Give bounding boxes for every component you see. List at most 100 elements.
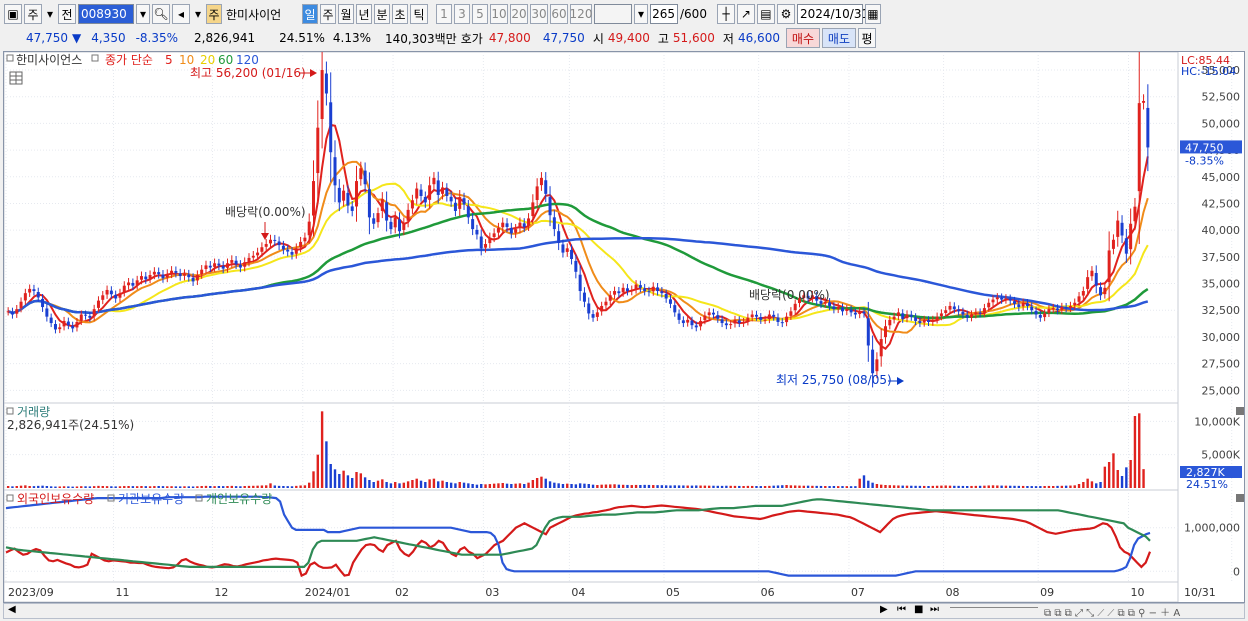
custom-interval-input[interactable] [594, 4, 632, 24]
holdings-tick-label: 1,000,000 [1184, 522, 1240, 535]
period-tab-week[interactable]: 주 [320, 4, 336, 24]
candle-body [634, 284, 638, 290]
scroll-left-icon[interactable]: ◀ [8, 604, 16, 615]
eval-button[interactable]: 평 [857, 28, 876, 48]
volume-bar [406, 481, 410, 488]
price-tick-label: 25,000 [1202, 384, 1241, 397]
chart-scrollbar[interactable]: ◀ ▶ ⏮ ■ ⏭ ⧉ ⧉ ⧉ ⤢ ⤡ ⟋ ⟋ ⧉ ⧉ ⚲ − ＋ A [3, 603, 1245, 619]
period-tab-minute[interactable]: 분 [374, 4, 390, 24]
candle-body [668, 299, 672, 304]
candle-body [157, 272, 161, 274]
chart-area[interactable]: 25,000 27,500 30,000 32,500 35,000 37,500 40,0… [3, 40, 1245, 603]
volume-bar [32, 486, 36, 488]
chart-tools-icons[interactable]: ⧉ ⧉ ⧉ ⤢ ⤡ ⟋ ⟋ ⧉ ⧉ ⚲ − ＋ A [1044, 604, 1180, 619]
draw-tool-icon[interactable]: ↗ [736, 4, 755, 24]
candle-body [763, 319, 767, 321]
volume-bar [1043, 486, 1046, 488]
volume-panel [3, 402, 1179, 491]
candle-body [484, 244, 488, 248]
sell-button[interactable]: 매도 [821, 28, 856, 48]
candle-body [256, 252, 260, 256]
minute-1[interactable]: 1 [436, 4, 452, 24]
volume-bar [269, 483, 272, 488]
period-tab-second[interactable]: 초 [392, 4, 408, 24]
minute-120[interactable]: 120 [570, 4, 592, 24]
candle-body [1004, 298, 1008, 300]
price-tick-label: 32,500 [1202, 304, 1241, 317]
candle-body [1111, 239, 1115, 249]
stock-name-label: 한미사이언 [226, 7, 282, 22]
date-input[interactable]: 2024/10/31 [796, 4, 869, 24]
volume-bar [862, 475, 866, 488]
minute-3[interactable]: 3 [454, 4, 470, 24]
stock-code-input[interactable]: 008930 [78, 4, 134, 24]
candle-body [578, 274, 582, 292]
minute-10[interactable]: 10 [490, 4, 508, 24]
first-page-icon[interactable]: ⏮ [897, 604, 906, 615]
candle-body [651, 286, 655, 292]
candle-body [948, 305, 952, 310]
code-dropdown-icon[interactable]: ▾ [136, 4, 150, 24]
candle-body [372, 218, 376, 224]
candle-body [522, 223, 526, 227]
volume-bar [639, 485, 642, 488]
volume-bar [914, 485, 917, 488]
candle-body [350, 206, 354, 211]
scroll-right-icon[interactable]: ▶ [880, 604, 888, 615]
minute-60[interactable]: 60 [550, 4, 568, 24]
buy-button[interactable]: 매수 [785, 28, 820, 48]
volume-bar [1009, 485, 1012, 488]
volume-bar [983, 485, 986, 488]
period-tab-tick[interactable]: 틱 [410, 4, 428, 24]
zoom-slider[interactable] [950, 607, 1038, 616]
x-tick-label: 10/31 [1184, 586, 1216, 599]
volume-bar [97, 485, 100, 488]
period-tab-day[interactable]: 일 [302, 4, 318, 24]
candle-body [905, 314, 909, 319]
price-tick-label: 35,000 [1202, 278, 1241, 291]
volume-bar [428, 479, 431, 488]
last-page-icon[interactable]: ⏭ [930, 604, 939, 615]
candle-body [746, 317, 750, 322]
volume-close-icon[interactable] [1236, 407, 1244, 415]
candle-body [1077, 296, 1081, 302]
candle-body [884, 326, 888, 338]
volume-bar [196, 486, 199, 488]
count-max: /600 [680, 7, 707, 21]
stop-icon[interactable]: ■ [914, 604, 923, 615]
volume-bar [1099, 482, 1102, 488]
gear-icon[interactable]: ⚙ [776, 4, 795, 24]
minute-5[interactable]: 5 [472, 4, 488, 24]
volume-bar [944, 485, 947, 488]
volume-bar [432, 478, 436, 488]
market-tab[interactable]: 주 [24, 4, 42, 24]
count-input[interactable]: 265 [650, 4, 678, 24]
speaker-dropdown-icon[interactable]: ▾ [192, 4, 204, 24]
volume-bar [647, 484, 651, 488]
price-tick-label: 45,000 [1202, 171, 1241, 184]
minute-30[interactable]: 30 [530, 4, 548, 24]
prev-tab[interactable]: 전 [58, 4, 76, 24]
layout-icon[interactable]: ▣ [4, 4, 22, 24]
speaker-icon[interactable]: ◂ [172, 4, 190, 24]
volume-bar [626, 484, 629, 488]
stock-chart[interactable]: 25,000 27,500 30,000 32,500 35,000 37,500 40,0… [3, 40, 1244, 603]
candle-body [479, 236, 483, 249]
period-tab-year[interactable]: 년 [356, 4, 372, 24]
volume-bar [578, 483, 582, 488]
market-dropdown-icon[interactable]: ▾ [44, 4, 56, 24]
candle-body [144, 276, 148, 280]
search-icon[interactable]: 🔍︎ [152, 4, 170, 24]
holdings-close-icon[interactable] [1236, 494, 1244, 502]
candle-type-icon[interactable]: ┼ [716, 4, 735, 24]
calendar-icon[interactable]: ▦ [864, 4, 881, 24]
candle-body [58, 327, 62, 330]
low-annotation: 최저 25,750 (08/05) [776, 373, 892, 387]
candle-body [754, 314, 758, 317]
period-tab-month[interactable]: 월 [338, 4, 354, 24]
minute-20[interactable]: 20 [510, 4, 528, 24]
save-icon[interactable]: ▤ [756, 4, 775, 24]
interval-dropdown-icon[interactable]: ▾ [634, 4, 648, 24]
candle-body [432, 177, 436, 185]
candle-body [109, 290, 113, 295]
